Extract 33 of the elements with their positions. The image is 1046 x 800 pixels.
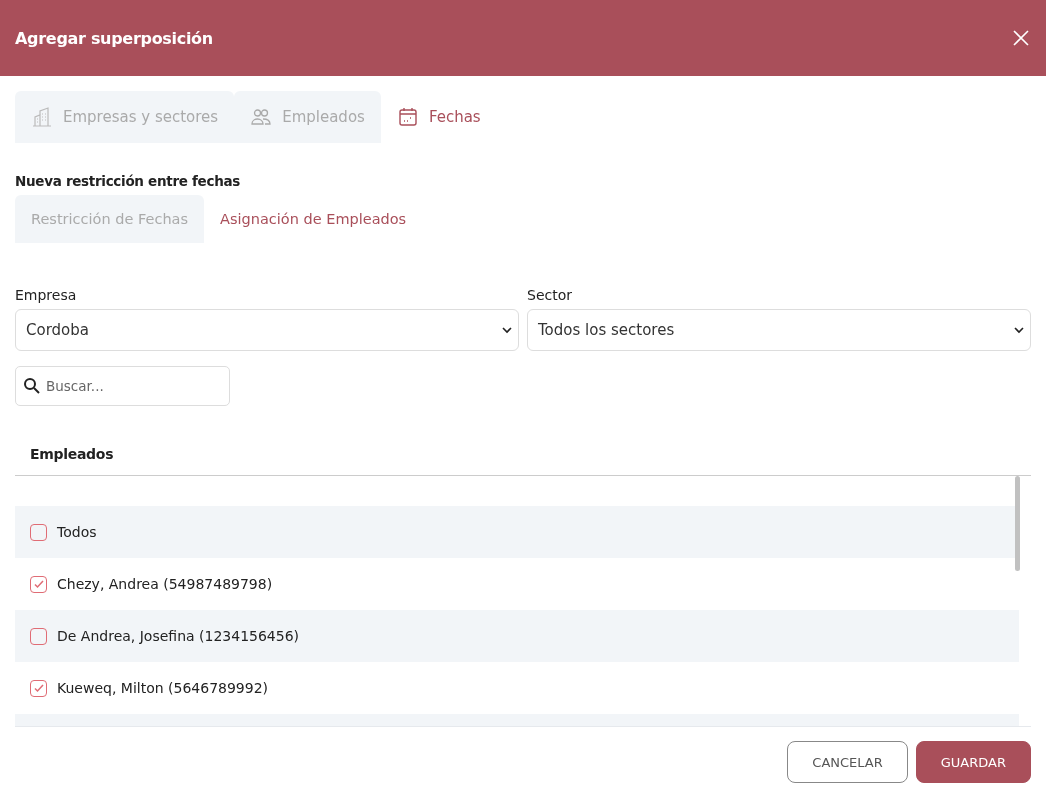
list-row[interactable]: Kueweq, Milton (5646789992) xyxy=(15,662,1019,714)
employee-label: Chezy, Andrea (54987489798) xyxy=(57,576,273,592)
column-header: Empleados xyxy=(30,446,114,462)
checkbox[interactable] xyxy=(30,627,47,645)
close-icon[interactable] xyxy=(1012,29,1030,47)
subtab[interactable]: Asignación de Empleados xyxy=(204,195,423,243)
list-row[interactable]: De Andrea, Josefina (1234156456) xyxy=(15,610,1019,662)
chevron-down-icon xyxy=(1014,326,1024,334)
dialog-title: Agregar superposición xyxy=(15,28,213,48)
field-label: Empresa xyxy=(15,287,77,303)
building-icon xyxy=(31,106,53,128)
list-row[interactable]: Chezy, Andrea (54987489798) xyxy=(15,558,1019,610)
scrollbar-thumb[interactable] xyxy=(1015,476,1020,571)
calendar-icon xyxy=(396,106,419,128)
dropdown[interactable]: Cordoba xyxy=(15,309,519,351)
search-field[interactable]: Buscar... xyxy=(15,366,230,406)
field-label: Sector xyxy=(527,287,572,303)
employee-label: Todos xyxy=(57,524,97,540)
search-icon xyxy=(23,377,40,394)
employee-label: Kueweq, Milton (5646789992) xyxy=(57,680,269,696)
checkbox[interactable] xyxy=(30,523,47,541)
save-button[interactable]: GUARDAR xyxy=(915,741,1031,783)
checkbox[interactable] xyxy=(30,679,47,697)
dropdown[interactable]: Todos los sectores xyxy=(527,309,1031,351)
section-title: Nueva restricción entre fechas xyxy=(15,173,241,189)
checkbox[interactable] xyxy=(30,575,47,593)
checkmark-icon xyxy=(32,578,45,590)
chevron-down-icon xyxy=(502,326,512,334)
employee-label: De Andrea, Josefina (1234156456) xyxy=(57,628,300,644)
people-icon xyxy=(250,106,273,128)
cancel-button[interactable]: CANCELAR xyxy=(787,741,908,783)
tab[interactable]: Fechas xyxy=(380,91,497,143)
checkmark-icon xyxy=(32,682,45,694)
